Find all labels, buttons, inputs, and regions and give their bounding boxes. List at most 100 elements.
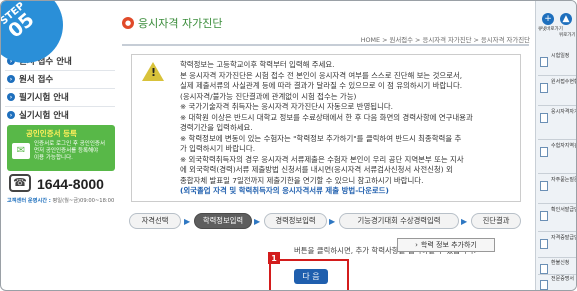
rightnav-label: 수험자지역검색 [551, 143, 576, 149]
rightnav-label: 환불신청 [551, 260, 570, 266]
notice-line: 에 외국학력(경력)서류 제출방법 신청서를 내시면(응시자격 서류검사신청서 … [180, 165, 453, 174]
notice-line: ※ 외국학력취득자의 경우 응시자격 서류제출은 수험자 본인이 우리 공단 지… [180, 154, 464, 164]
header-divider [122, 44, 529, 46]
app-frame: STEP 05 › 원서 접수 안내 › 원서 접수 › 필기시험 안내 › 실… [0, 0, 577, 291]
rightnav-item-region-search[interactable]: 수험자지역검색 [538, 143, 576, 171]
hours-value: 평일(월~금)09:00~18:00 [52, 198, 115, 204]
divider [538, 173, 576, 174]
sidebar-item-application[interactable]: › 원서 접수 [7, 71, 115, 87]
cert-desc-line: 이용 가능합니다. [34, 155, 73, 161]
sidebar-item-practical-exam[interactable]: › 실기시험 안내 [7, 107, 115, 123]
scroll-top-label[interactable]: 위로가기 [559, 32, 576, 38]
bullet-icon: › [7, 111, 15, 119]
page-header: ● 응시자격 자가진단 [122, 13, 528, 33]
tab-label: 자격선택 [141, 216, 169, 225]
license-icon [540, 239, 548, 249]
map-icon [540, 147, 548, 157]
step-tabs: 자격선택 ▶ 학력정보입력 ▶ 경력정보입력 ▶ 기능경기대회 수상경력입력 ▶… [127, 213, 527, 231]
notice-line: 본 응시자격 자가진단은 시험 접수 전 본인이 응시자격 여부를 스스로 진단… [180, 70, 463, 80]
call-center-hours: 고객센터 운영시간 : 평일(월~금)09:00~18:00 [7, 197, 114, 204]
notice-line: 경력기간을 입력하세요. [180, 123, 253, 132]
right-sidebar: + 큐넷바로가기 ▲ 위로가기 시험일정 원서접수현황 응시자격자가진단 수험자… [535, 1, 576, 290]
stamp-icon [540, 280, 548, 290]
step-marker: 1 [268, 252, 280, 264]
rightnav-label: 응시자격자가진단 [551, 109, 576, 115]
cert-banner[interactable]: 공인인증서 등록 ✉ 인증서로 로그인 후 공인인증서 먼저 공인인증서를 등록… [7, 125, 115, 171]
divider [538, 274, 576, 275]
certificate-icon: ✉ [12, 143, 30, 159]
notice-line: (응시자격/불가능 진단결과에 관계없이 시험 접수는 가능) [180, 91, 357, 101]
hours-label: 고객센터 운영시간 : [7, 198, 51, 204]
add-education-button[interactable]: › 학력 정보 추가하기 [397, 238, 495, 252]
sidebar-item-label: 원서 접수 [19, 75, 54, 85]
arrow-icon: › [415, 241, 418, 249]
notice-line: 학력정보는 고등학교이후 학력부터 입력해 주세요. [180, 60, 335, 69]
tab-career-input[interactable]: 경력정보입력 [264, 213, 327, 229]
notice-line: ※ 학력정보에 변동이 있는 수험자는 "학력정보 추가하기"를 클릭하여 반드… [180, 133, 462, 143]
breadcrumb: HOME > 원서접수 > 응시자격 자가진단 > 응시자격 자가진단 [360, 36, 530, 44]
download-link[interactable]: (외국졸업 자격 및 학력취득자의 응시자격서류 제출 방법-다운로드) [180, 186, 517, 197]
divider [538, 105, 576, 106]
calendar-icon [540, 57, 548, 67]
rightnav-label: 자격증발급안내 [551, 235, 576, 241]
notice-line: ※ 대학원 이상은 반드시 대학교 정보를 수료상태에서 한 후 다음 화면의 … [180, 112, 473, 122]
arrow-right-icon: ▶ [254, 217, 261, 226]
question-icon [540, 181, 548, 191]
rightnav-label: 원서접수현황 [551, 79, 577, 85]
rightnav-label: 시험일정 [551, 53, 570, 59]
highlight-box: 1 다 음 [268, 252, 349, 290]
up-arrow-icon[interactable]: ▲ [560, 13, 572, 25]
notice-line: 가 입력하시기 바랍니다. [180, 144, 256, 153]
certificate-icon [540, 211, 548, 221]
add-education-label: 학력 정보 추가하기 [420, 241, 477, 249]
next-button[interactable]: 다 음 [294, 269, 328, 284]
logo-icon: ● [122, 17, 134, 29]
plus-icon[interactable]: + [542, 13, 554, 25]
divider [538, 139, 576, 140]
cert-desc-line: 인증서로 로그인 후 공인인증서 [34, 141, 106, 147]
divider [538, 75, 576, 76]
checklist-icon [540, 113, 548, 123]
cert-banner-desc: 인증서로 로그인 후 공인인증서 먼저 공인인증서를 등록해야 이용 가능합니다… [34, 141, 110, 162]
rightnav-label: 전문증명서 [551, 276, 575, 282]
tab-label: 경력정보입력 [275, 216, 316, 225]
main-content: ● 응시자격 자가진단 HOME > 원서접수 > 응시자격 자가진단 > 응시… [119, 7, 534, 290]
document-icon [540, 83, 548, 93]
call-center-number: 1644-8000 [37, 176, 104, 192]
notice-line: 실제 제출서류의 사실관계 등에 따라 결과가 달라질 수 있으므로 이 점 유… [180, 81, 463, 90]
rightnav-label: 자주묻는질문 [551, 177, 577, 183]
rightnav-item-self-diagnosis[interactable]: 응시자격자가진단 [538, 109, 576, 137]
arrow-right-icon: ▶ [461, 217, 468, 226]
divider [538, 231, 576, 232]
sidebar-item-label: 필기시험 안내 [19, 93, 69, 103]
sidebar-item-label: 실기시험 안내 [19, 111, 69, 121]
rightnav-item-schedule[interactable]: 시험일정 [538, 53, 576, 81]
rightnav-item-application-status[interactable]: 원서접수현황 [538, 79, 576, 107]
tab-result[interactable]: 진단결과 [471, 213, 521, 229]
cert-banner-title: 공인인증서 등록 [26, 129, 77, 138]
divider [538, 203, 576, 204]
tab-education-input[interactable]: 학력정보입력 [194, 213, 252, 229]
tab-qualification-select[interactable]: 자격선택 [129, 213, 181, 229]
arrow-right-icon: ▶ [184, 217, 191, 226]
tab-label: 기능경기대회 수상경력입력 [357, 216, 441, 225]
page-title: 응시자격 자가진단 [138, 17, 223, 30]
arrow-right-icon: ▶ [329, 217, 336, 226]
notice-line: ※ 국가기술자격 취득자는 응시자격 자가진단시 자동으로 반영됩니다. [180, 102, 394, 111]
notice-box: ! 학력정보는 고등학교이후 학력부터 입력해 주세요. 본 응시자격 자가진단… [131, 54, 521, 202]
notice-text: 학력정보는 고등학교이후 학력부터 입력해 주세요. 본 응시자격 자가진단은 … [180, 60, 517, 197]
sidebar-item-written-exam[interactable]: › 필기시험 안내 [7, 89, 115, 105]
divider [538, 257, 576, 258]
tab-label: 진단결과 [482, 216, 510, 225]
phone-icon: ☎ [9, 174, 31, 192]
notice-line: 종합자체 발표일 7일전까지 제출기한을 연기할 수 있으니 참고하시기 바랍니… [180, 175, 424, 185]
warning-icon: ! [142, 62, 164, 81]
rightnav-item-license[interactable]: 자격증발급안내 [538, 235, 576, 263]
tab-award-input[interactable]: 기능경기대회 수상경력입력 [339, 213, 459, 229]
rightnav-item-faq[interactable]: 자주묻는질문 [538, 177, 576, 205]
refund-icon [540, 264, 548, 274]
cert-desc-line: 먼저 공인인증서를 등록해야 [34, 148, 99, 154]
rightnav-label: 확인서발급안내 [551, 207, 576, 213]
rightnav-item-certificate[interactable]: 전문증명서 [538, 276, 576, 290]
bullet-icon: › [7, 75, 15, 83]
